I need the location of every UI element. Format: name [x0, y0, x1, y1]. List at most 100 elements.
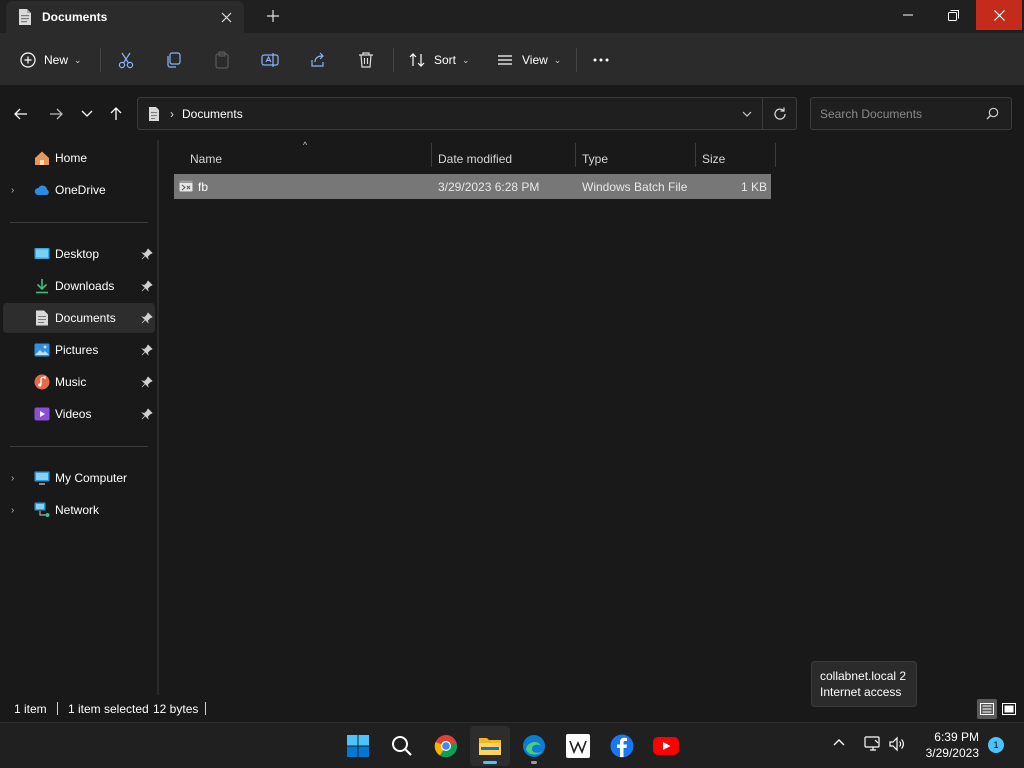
sidebar-item-label: Desktop — [55, 247, 100, 261]
pin-icon[interactable] — [141, 248, 153, 260]
clock-time: 6:39 PM — [934, 730, 979, 744]
cut-button[interactable] — [117, 45, 135, 75]
show-hidden-icons-icon[interactable] — [832, 735, 846, 752]
plus-icon[interactable] — [262, 5, 284, 27]
command-bar: New ⌄ Sort ⌄ View ⌄ — [0, 33, 1024, 86]
column-divider[interactable] — [431, 143, 432, 167]
navigation-pane: Home › OneDrive Desktop Downloads Docume… — [0, 140, 160, 695]
back-icon[interactable] — [9, 102, 33, 126]
file-explorer-icon[interactable] — [470, 726, 510, 766]
forward-icon[interactable] — [44, 102, 68, 126]
column-header-label: Type — [582, 152, 609, 166]
pin-icon[interactable] — [141, 376, 153, 388]
file-date-modified: 3/29/2023 6:28 PM — [438, 180, 540, 194]
running-app-indicator — [531, 761, 537, 764]
maximize-icon[interactable] — [930, 0, 976, 30]
chrome-icon[interactable] — [426, 726, 466, 766]
breadcrumb-documents[interactable]: Documents — [182, 107, 732, 121]
sidebar-item-label: OneDrive — [55, 183, 106, 197]
network-icon[interactable] — [864, 735, 882, 756]
cloud-icon — [34, 185, 49, 195]
sidebar-scrollbar[interactable] — [157, 140, 159, 695]
item-count: 1 item — [14, 702, 47, 716]
column-divider[interactable] — [575, 143, 576, 167]
tab-documents[interactable]: Documents — [6, 1, 244, 33]
wikipedia-icon[interactable] — [558, 726, 598, 766]
sort-ascending-icon: ^ — [303, 140, 308, 150]
column-header-size[interactable]: Size — [702, 146, 725, 172]
sidebar-item-my-computer[interactable]: › My Computer — [3, 463, 155, 493]
sidebar-item-music[interactable]: Music — [3, 367, 155, 397]
column-divider[interactable] — [775, 143, 776, 167]
add-circle-icon — [20, 52, 36, 68]
sidebar-item-label: Home — [55, 151, 88, 165]
minimize-icon[interactable] — [885, 0, 931, 30]
copy-button[interactable] — [165, 45, 183, 75]
refresh-icon[interactable] — [762, 98, 796, 129]
more-button[interactable] — [592, 45, 610, 75]
clock[interactable]: 6:39 PM 3/29/2023 — [915, 729, 979, 761]
address-bar[interactable]: › Documents — [137, 97, 797, 130]
chevron-down-icon[interactable] — [732, 111, 762, 117]
facebook-icon[interactable] — [602, 726, 642, 766]
pin-icon[interactable] — [141, 312, 153, 324]
close-tab-icon[interactable] — [214, 5, 238, 29]
notification-badge[interactable]: 1 — [988, 737, 1004, 753]
network-tooltip: collabnet.local 2 Internet access — [811, 661, 917, 707]
sidebar-item-desktop[interactable]: Desktop — [3, 239, 155, 269]
batch-file-icon — [179, 180, 193, 192]
computer-icon — [34, 471, 50, 485]
share-button[interactable] — [309, 45, 327, 75]
sidebar-item-videos[interactable]: Videos — [3, 399, 155, 429]
column-divider[interactable] — [695, 143, 696, 167]
close-icon[interactable] — [976, 0, 1022, 30]
up-icon[interactable] — [104, 102, 128, 126]
selection-size: 12 bytes — [153, 702, 199, 716]
details-view-icon[interactable] — [977, 699, 997, 719]
sort-button[interactable]: Sort ⌄ — [408, 45, 470, 75]
search-icon[interactable] — [382, 726, 422, 766]
view-label: View — [522, 53, 548, 67]
recent-locations-icon[interactable] — [75, 102, 99, 126]
delete-button[interactable] — [357, 45, 375, 75]
expand-chevron-icon[interactable]: › — [11, 185, 14, 196]
network-icon — [34, 502, 50, 517]
windows-start-icon[interactable] — [338, 726, 378, 766]
sidebar-item-pictures[interactable]: Pictures — [3, 335, 155, 365]
pin-icon[interactable] — [141, 344, 153, 356]
divider — [576, 48, 577, 72]
column-header-date-modified[interactable]: Date modified — [438, 146, 512, 172]
rename-button[interactable] — [261, 45, 279, 75]
file-name[interactable]: fb — [198, 180, 208, 194]
copy-icon — [167, 52, 181, 68]
youtube-icon[interactable] — [646, 726, 686, 766]
view-button[interactable]: View ⌄ — [496, 45, 561, 75]
sidebar-item-network[interactable]: › Network — [3, 495, 155, 525]
expand-chevron-icon[interactable]: › — [11, 473, 14, 484]
expand-chevron-icon[interactable]: › — [11, 505, 14, 516]
pin-icon[interactable] — [141, 408, 153, 420]
large-icons-view-icon[interactable] — [999, 699, 1019, 719]
pin-icon[interactable] — [141, 280, 153, 292]
volume-icon[interactable] — [888, 735, 906, 756]
search-box[interactable] — [810, 97, 1012, 130]
sidebar-item-home[interactable]: Home — [3, 143, 155, 173]
column-header-name[interactable]: Name — [190, 146, 222, 172]
sidebar-item-documents[interactable]: Documents — [3, 303, 155, 333]
download-icon — [36, 279, 48, 294]
column-header-type[interactable]: Type — [582, 146, 608, 172]
paste-button[interactable] — [213, 45, 231, 75]
sidebar-item-label: Documents — [55, 311, 116, 325]
search-input[interactable] — [820, 106, 980, 121]
sidebar-item-onedrive[interactable]: › OneDrive — [3, 175, 155, 205]
edge-icon[interactable] — [514, 726, 554, 766]
file-row[interactable]: fb 3/29/2023 6:28 PM Windows Batch File … — [174, 174, 771, 199]
divider — [393, 48, 394, 72]
tab-title: Documents — [42, 10, 108, 24]
file-list: Name ^ Date modified Type Size fb 3/29/2… — [160, 140, 1024, 695]
sidebar-item-downloads[interactable]: Downloads — [3, 271, 155, 301]
new-button[interactable]: New ⌄ — [20, 45, 82, 75]
sidebar-item-label: Network — [55, 503, 100, 517]
breadcrumb-chevron-icon[interactable]: › — [170, 107, 174, 121]
selection-count: 1 item selected — [68, 702, 149, 716]
